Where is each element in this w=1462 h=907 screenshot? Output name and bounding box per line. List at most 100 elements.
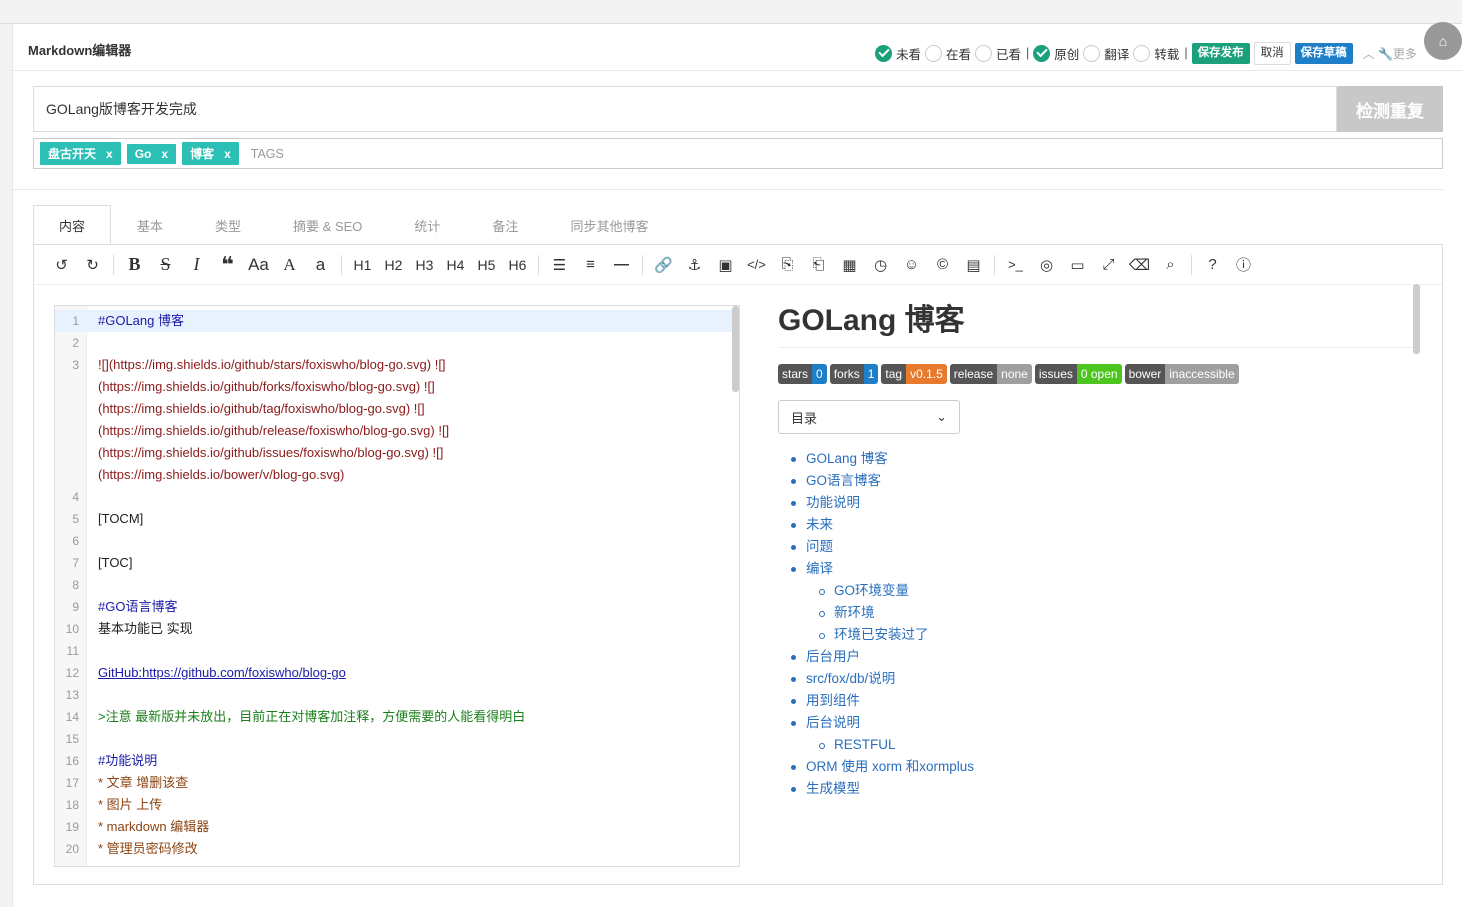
toc-item[interactable]: 用到组件 bbox=[778, 690, 1418, 712]
badge-label: stars bbox=[778, 364, 813, 384]
badge-value: 1 bbox=[863, 364, 879, 384]
tab-notes[interactable]: 备注 bbox=[466, 205, 544, 245]
bold-icon[interactable]: B bbox=[119, 252, 150, 278]
badge-value: none bbox=[997, 364, 1032, 384]
clear-icon[interactable]: ⌫ bbox=[1124, 252, 1155, 278]
code-line: 18 * 图片 上传 bbox=[55, 794, 739, 816]
toc-item[interactable]: 新环境 bbox=[778, 602, 1418, 624]
markdown-source-editor[interactable]: 1 #GOLang 博客 2 3 ![](https://img.shields.io/… bbox=[54, 305, 740, 867]
undo-icon[interactable]: ↺ bbox=[46, 252, 77, 278]
radio-circle-icon bbox=[1133, 44, 1151, 62]
tags-input[interactable]: 盘古开天 x Go x 博客 x TAGS bbox=[33, 138, 1443, 169]
uppercase-first-icon[interactable]: A bbox=[274, 252, 305, 278]
toc-item[interactable]: RESTFUL bbox=[778, 734, 1418, 756]
preview-scrollbar[interactable] bbox=[1413, 284, 1420, 354]
line-text: #GOLang 博客 bbox=[98, 313, 184, 328]
h1-button[interactable]: H1 bbox=[347, 257, 378, 273]
tab-type[interactable]: 类型 bbox=[189, 205, 267, 245]
h6-button[interactable]: H6 bbox=[502, 257, 533, 273]
ordered-list-icon[interactable]: ≡ bbox=[575, 252, 606, 278]
code-line: 1 #GOLang 博客 bbox=[55, 310, 739, 332]
editor-scrollbar[interactable] bbox=[732, 306, 739, 392]
title-input[interactable] bbox=[34, 87, 1336, 131]
italic-icon[interactable]: I bbox=[181, 252, 212, 278]
more-label: 更多 bbox=[1392, 46, 1417, 61]
radio-label: 已看 bbox=[996, 47, 1022, 62]
preformatted-code-icon[interactable]: ⎘ bbox=[772, 252, 803, 278]
line-number: 15 bbox=[65, 732, 79, 746]
toc-item[interactable]: GO环境变量 bbox=[778, 580, 1418, 602]
lowercase-icon[interactable]: a bbox=[305, 252, 336, 278]
info-icon[interactable]: ⓘ bbox=[1228, 252, 1259, 278]
tag-remove-icon[interactable]: x bbox=[161, 147, 168, 161]
toc-item[interactable]: 后台用户 bbox=[778, 646, 1418, 668]
unordered-list-icon[interactable]: ☰ bbox=[544, 252, 575, 278]
toc-item[interactable]: GOLang 博客 bbox=[778, 448, 1418, 470]
toc-item[interactable]: 生成模型 bbox=[778, 778, 1418, 800]
tab-sync[interactable]: 同步其他博客 bbox=[544, 205, 674, 245]
tab-summary-seo[interactable]: 摘要 & SEO bbox=[267, 205, 388, 245]
badge-value: v0.1.5 bbox=[906, 364, 947, 384]
tags-placeholder[interactable]: TAGS bbox=[251, 147, 284, 161]
toc-item[interactable]: 编译 bbox=[778, 558, 1418, 580]
more-menu[interactable]: ︿ 🔧更多 bbox=[1363, 45, 1417, 62]
watch-icon[interactable]: ◎ bbox=[1031, 252, 1062, 278]
code-icon[interactable]: </> bbox=[741, 252, 772, 278]
toc-item[interactable]: ORM 使用 xorm 和xormplus bbox=[778, 756, 1418, 778]
uppercase-icon[interactable]: Aa bbox=[243, 252, 274, 278]
h3-button[interactable]: H3 bbox=[409, 257, 440, 273]
tag-remove-icon[interactable]: x bbox=[106, 147, 113, 161]
link-icon[interactable]: 🔗 bbox=[648, 252, 679, 278]
preview-icon[interactable]: ▭ bbox=[1062, 252, 1093, 278]
code-block-icon[interactable]: ⎗ bbox=[803, 252, 834, 278]
goto-line-icon[interactable]: >_ bbox=[1000, 252, 1031, 278]
h4-button[interactable]: H4 bbox=[440, 257, 471, 273]
line-number: 12 bbox=[65, 666, 79, 680]
toc-item[interactable]: 问题 bbox=[778, 536, 1418, 558]
table-icon[interactable]: ▦ bbox=[834, 252, 865, 278]
publish-button[interactable]: 保存发布 bbox=[1191, 42, 1250, 64]
radio-label: 未看 bbox=[896, 47, 922, 62]
radio-reprint[interactable]: 转载 bbox=[1133, 44, 1179, 63]
toc-item[interactable]: 后台说明 bbox=[778, 712, 1418, 734]
save-draft-button[interactable]: 保存草稿 bbox=[1294, 42, 1353, 64]
code-line: 2 bbox=[55, 332, 739, 354]
anchor-icon[interactable]: ⚓ bbox=[679, 252, 710, 278]
cancel-button[interactable]: 取消 bbox=[1253, 41, 1291, 65]
toc-item[interactable]: 未来 bbox=[778, 514, 1418, 536]
line-text: * 文章 增删该查 bbox=[98, 775, 189, 790]
editor-toolbar: ↺ ↻ B S I ❝ Aa A a H1 H2 H3 H4 H5 H6 ☰ ≡… bbox=[34, 245, 1442, 285]
toc-item[interactable]: GO语言博客 bbox=[778, 470, 1418, 492]
tab-stats[interactable]: 统计 bbox=[388, 205, 466, 245]
home-button[interactable]: ⌂ bbox=[1424, 22, 1462, 60]
tag-remove-icon[interactable]: x bbox=[224, 147, 231, 161]
html-entities-icon[interactable]: © bbox=[927, 252, 958, 278]
help-icon[interactable]: ? bbox=[1197, 252, 1228, 278]
pagebreak-icon[interactable]: ▤ bbox=[958, 252, 989, 278]
toc-select[interactable]: 目录 ⌄ bbox=[778, 400, 960, 434]
tag-label: 盘古开天 bbox=[48, 147, 97, 161]
image-icon[interactable]: ▣ bbox=[710, 252, 741, 278]
tab-basic[interactable]: 基本 bbox=[111, 205, 189, 245]
quote-icon[interactable]: ❝ bbox=[212, 252, 243, 278]
horizontal-rule-icon[interactable]: — bbox=[606, 252, 637, 278]
redo-icon[interactable]: ↻ bbox=[77, 252, 108, 278]
radio-unwatched[interactable]: 未看 bbox=[875, 44, 921, 63]
search-icon[interactable]: ⌕ bbox=[1155, 252, 1186, 278]
toc-item[interactable]: src/fox/db/说明 bbox=[778, 668, 1418, 690]
strikethrough-icon[interactable]: S bbox=[150, 252, 181, 278]
datetime-icon[interactable]: ◷ bbox=[865, 252, 896, 278]
radio-original[interactable]: 原创 bbox=[1033, 44, 1079, 63]
toc-item[interactable]: 环境已安装过了 bbox=[778, 624, 1418, 646]
line-text: (https://img.shields.io/github/tag/foxis… bbox=[98, 401, 425, 416]
h5-button[interactable]: H5 bbox=[471, 257, 502, 273]
emoji-icon[interactable]: ☺ bbox=[896, 252, 927, 278]
radio-translated[interactable]: 翻译 bbox=[1083, 44, 1129, 63]
check-duplicate-button[interactable]: 检测重复 bbox=[1337, 86, 1443, 132]
radio-watching[interactable]: 在看 bbox=[925, 44, 971, 63]
h2-button[interactable]: H2 bbox=[378, 257, 409, 273]
radio-watched[interactable]: 已看 bbox=[975, 44, 1021, 63]
tab-content[interactable]: 内容 bbox=[33, 205, 112, 245]
fullscreen-icon[interactable]: ⤢ bbox=[1093, 252, 1124, 278]
toc-item[interactable]: 功能说明 bbox=[778, 492, 1418, 514]
